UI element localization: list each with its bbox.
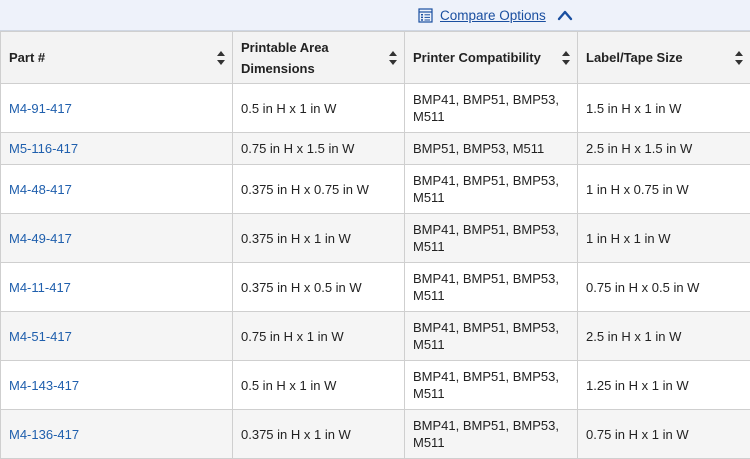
column-header-label: Part # [9, 47, 45, 68]
printable-area-cell: 0.75 in H x 1 in W [233, 312, 405, 361]
printable-area-cell: 0.5 in H x 1 in W [233, 361, 405, 410]
printable-area-cell: 0.375 in H x 1 in W [233, 214, 405, 263]
printer-compatibility-cell: BMP41, BMP51, BMP53, M511 [405, 214, 578, 263]
column-header-part[interactable]: Part # [1, 32, 233, 84]
printer-compatibility-cell: BMP51, BMP53, M511 [405, 133, 578, 165]
part-link[interactable]: M4-48-417 [9, 182, 72, 197]
label-size-cell: 0.75 in H x 1 in W [578, 410, 750, 459]
part-cell: M4-11-417 [1, 263, 233, 312]
column-header-label: Printable Area Dimensions [241, 37, 351, 79]
product-table: Part # Printable Area Dimensions Printer… [0, 31, 750, 459]
part-link[interactable]: M5-116-417 [9, 141, 78, 156]
part-cell: M4-143-417 [1, 361, 233, 410]
printable-area-cell: 0.75 in H x 1.5 in W [233, 133, 405, 165]
part-link[interactable]: M4-49-417 [9, 231, 72, 246]
printer-compatibility-cell: BMP41, BMP51, BMP53, M511 [405, 312, 578, 361]
compare-list-icon [418, 8, 433, 23]
table-row: M4-48-417 0.375 in H x 0.75 in W BMP41, … [1, 165, 750, 214]
label-size-cell: 0.75 in H x 0.5 in W [578, 263, 750, 312]
part-cell: M5-116-417 [1, 133, 233, 165]
part-cell: M4-91-417 [1, 84, 233, 133]
label-size-cell: 1.5 in H x 1 in W [578, 84, 750, 133]
table-row: M4-136-417 0.375 in H x 1 in W BMP41, BM… [1, 410, 750, 459]
column-header-label-size[interactable]: Label/Tape Size [578, 32, 750, 84]
column-header-printable-area[interactable]: Printable Area Dimensions [233, 32, 405, 84]
part-cell: M4-136-417 [1, 410, 233, 459]
table-row: M4-11-417 0.375 in H x 0.5 in W BMP41, B… [1, 263, 750, 312]
printer-compatibility-cell: BMP41, BMP51, BMP53, M511 [405, 84, 578, 133]
label-size-cell: 2.5 in H x 1 in W [578, 312, 750, 361]
part-link[interactable]: M4-51-417 [9, 329, 72, 344]
table-row: M4-143-417 0.5 in H x 1 in W BMP41, BMP5… [1, 361, 750, 410]
printable-area-cell: 0.375 in H x 0.75 in W [233, 165, 405, 214]
printer-compatibility-cell: BMP41, BMP51, BMP53, M511 [405, 410, 578, 459]
sort-updown-icon[interactable] [561, 50, 571, 66]
printer-compatibility-cell: BMP41, BMP51, BMP53, M511 [405, 165, 578, 214]
chevron-up-icon[interactable] [557, 9, 573, 21]
column-header-printer-compatibility[interactable]: Printer Compatibility [405, 32, 578, 84]
part-cell: M4-49-417 [1, 214, 233, 263]
sort-updown-icon[interactable] [734, 50, 744, 66]
sort-updown-icon[interactable] [388, 50, 398, 66]
part-link[interactable]: M4-91-417 [9, 101, 72, 116]
column-header-label: Printer Compatibility [413, 47, 541, 68]
part-cell: M4-51-417 [1, 312, 233, 361]
compare-options-toggle[interactable]: Compare Options [418, 5, 573, 25]
part-link[interactable]: M4-143-417 [9, 378, 79, 393]
label-size-cell: 1.25 in H x 1 in W [578, 361, 750, 410]
label-size-cell: 2.5 in H x 1.5 in W [578, 133, 750, 165]
table-row: M4-51-417 0.75 in H x 1 in W BMP41, BMP5… [1, 312, 750, 361]
part-cell: M4-48-417 [1, 165, 233, 214]
column-header-label: Label/Tape Size [586, 47, 683, 68]
table-header-row: Part # Printable Area Dimensions Printer… [1, 32, 750, 84]
compare-options-label[interactable]: Compare Options [440, 8, 546, 23]
printable-area-cell: 0.375 in H x 0.5 in W [233, 263, 405, 312]
sort-updown-icon[interactable] [216, 50, 226, 66]
label-size-cell: 1 in H x 1 in W [578, 214, 750, 263]
compare-toolbar: Compare Options [0, 0, 750, 31]
printer-compatibility-cell: BMP41, BMP51, BMP53, M511 [405, 263, 578, 312]
table-row: M4-49-417 0.375 in H x 1 in W BMP41, BMP… [1, 214, 750, 263]
part-link[interactable]: M4-11-417 [9, 280, 71, 295]
label-size-cell: 1 in H x 0.75 in W [578, 165, 750, 214]
printable-area-cell: 0.375 in H x 1 in W [233, 410, 405, 459]
table-row: M4-91-417 0.5 in H x 1 in W BMP41, BMP51… [1, 84, 750, 133]
printer-compatibility-cell: BMP41, BMP51, BMP53, M511 [405, 361, 578, 410]
table-row: M5-116-417 0.75 in H x 1.5 in W BMP51, B… [1, 133, 750, 165]
printable-area-cell: 0.5 in H x 1 in W [233, 84, 405, 133]
part-link[interactable]: M4-136-417 [9, 427, 79, 442]
